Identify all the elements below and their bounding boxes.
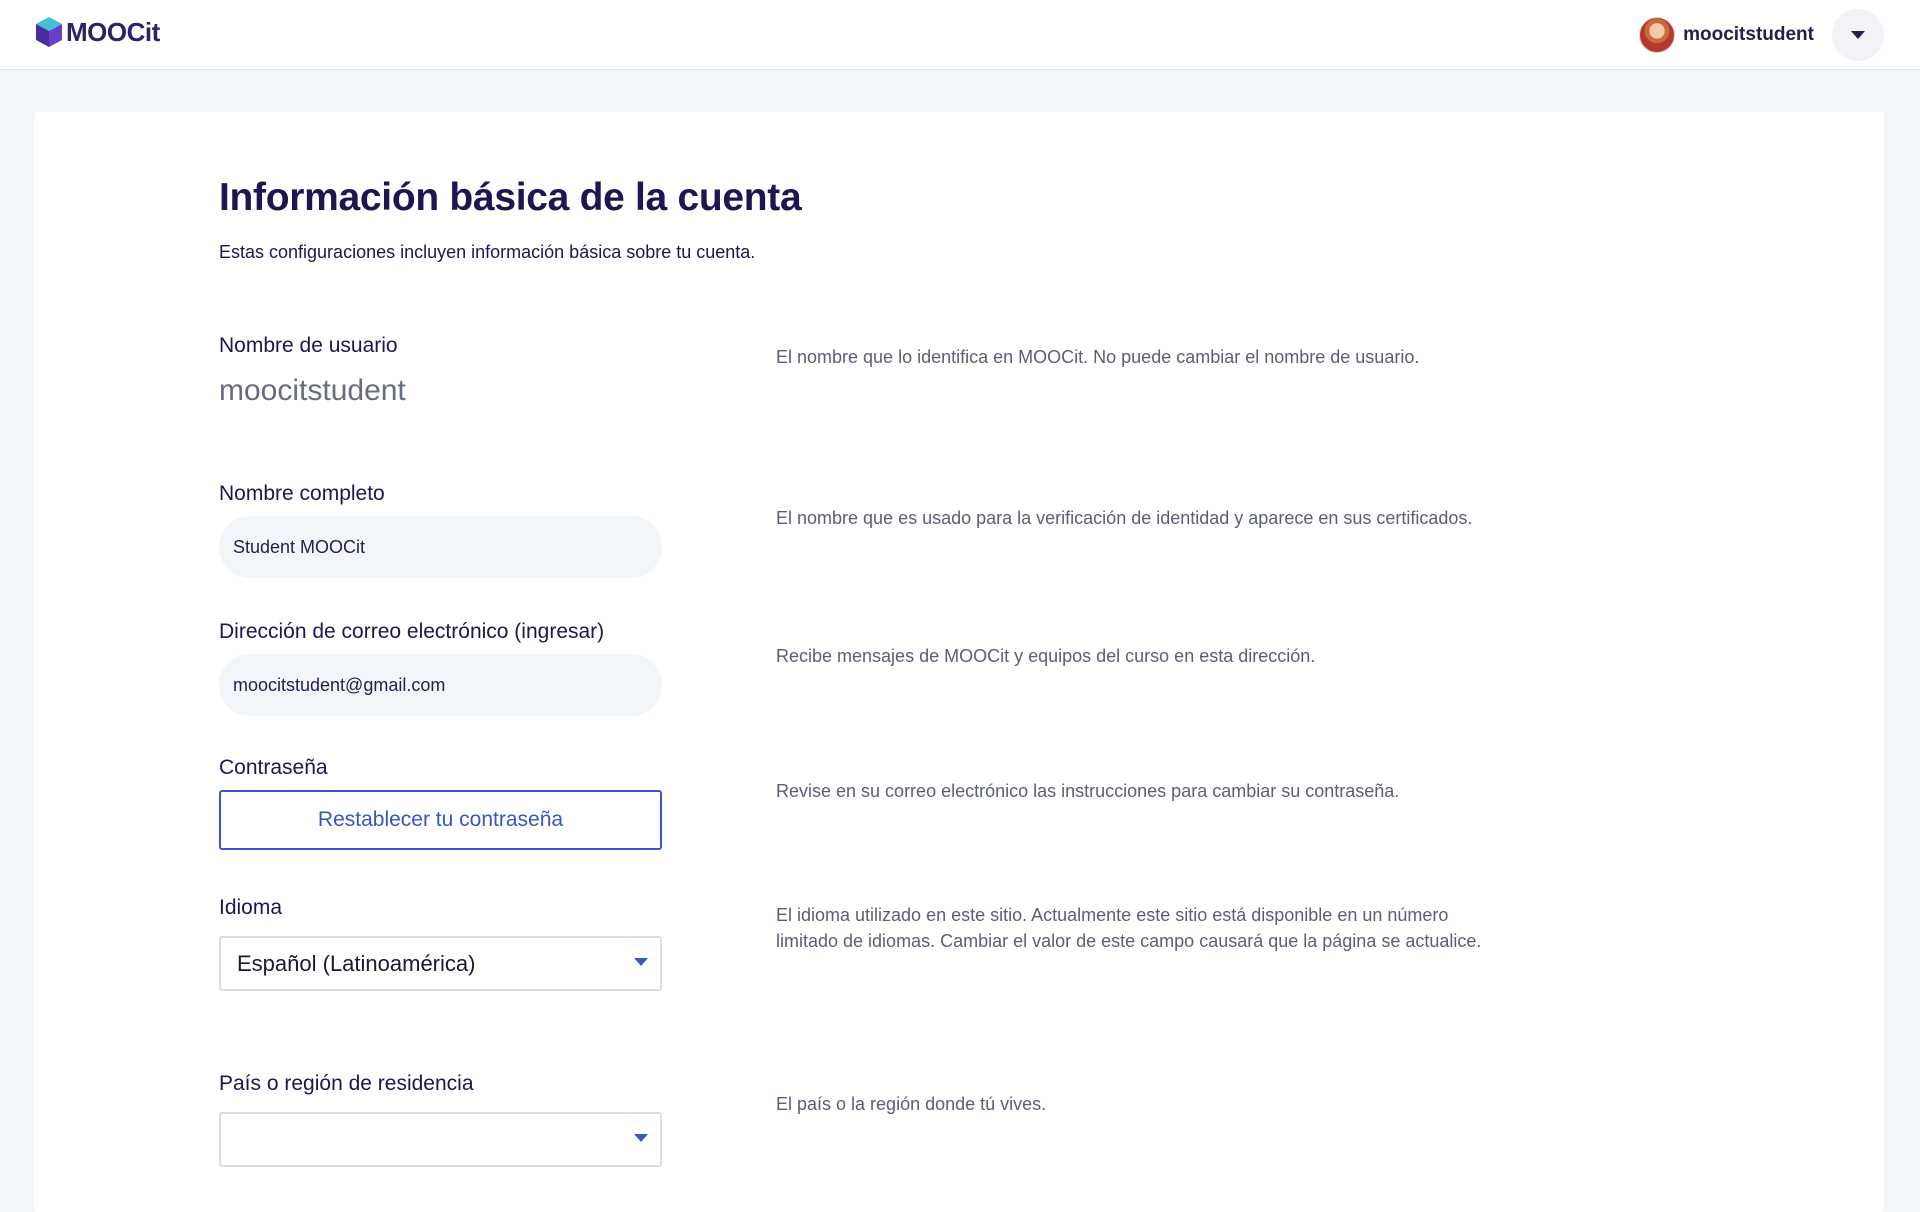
language-select[interactable]: Español (Latinoamérica): [219, 936, 662, 991]
language-row: Idioma Español (Latinoamérica) El idioma…: [219, 896, 1619, 991]
caret-down-icon: [634, 958, 648, 966]
email-help: Recibe mensajes de MOOCit y equipos del …: [776, 646, 1316, 666]
password-row: Contraseña Restablecer tu contraseña Rev…: [219, 756, 1619, 850]
full-name-row: Nombre completo El nombre que es usado p…: [219, 482, 1619, 578]
brand-name: MOOCit: [66, 16, 160, 47]
section-subtitle: Estas configuraciones incluyen informaci…: [219, 242, 756, 262]
language-selected-value: Español (Latinoamérica): [237, 950, 476, 976]
username-help: El nombre que lo identifica en MOOCit. N…: [776, 347, 1420, 367]
brand-logo[interactable]: MOOCit: [34, 14, 160, 50]
user-area: moocitstudent: [1639, 9, 1884, 61]
country-select[interactable]: [219, 1112, 662, 1167]
password-help: Revise en su correo electrónico las inst…: [776, 781, 1400, 801]
reset-password-button[interactable]: Restablecer tu contraseña: [219, 790, 662, 850]
country-row: País o región de residencia El país o la…: [219, 1072, 1619, 1167]
language-help-line1: El idioma utilizado en este sitio. Actua…: [776, 905, 1449, 925]
full-name-label: Nombre completo: [219, 482, 385, 505]
email-input[interactable]: [219, 654, 662, 716]
full-name-help: El nombre que es usado para la verificac…: [776, 508, 1473, 528]
email-label: Dirección de correo electrónico (ingresa…: [219, 620, 605, 643]
caret-down-icon: [1851, 31, 1865, 39]
caret-down-icon: [634, 1134, 648, 1142]
email-row: Dirección de correo electrónico (ingresa…: [219, 620, 1619, 716]
page-title: Información básica de la cuenta: [219, 176, 802, 219]
user-menu-button[interactable]: [1832, 9, 1884, 61]
basic-info-section: Información básica de la cuenta Estas co…: [219, 172, 1619, 1167]
password-label: Contraseña: [219, 756, 328, 779]
full-name-input[interactable]: [219, 516, 662, 578]
username-value: moocitstudent: [219, 374, 406, 407]
top-navbar: MOOCit moocitstudent: [0, 0, 1920, 70]
moocit-logo-icon: [36, 17, 62, 47]
account-settings-card: Información básica de la cuenta Estas co…: [34, 112, 1884, 1212]
language-help: El idioma utilizado en este sitio. Actua…: [776, 902, 1576, 954]
country-help: El país o la región donde tú vives.: [776, 1094, 1047, 1114]
username-row: Nombre de usuario moocitstudent El nombr…: [219, 334, 1619, 408]
username-label[interactable]: moocitstudent: [1683, 24, 1814, 46]
avatar[interactable]: [1639, 17, 1676, 53]
language-help-line2: limitado de idiomas. Cambiar el valor de…: [776, 931, 1482, 951]
